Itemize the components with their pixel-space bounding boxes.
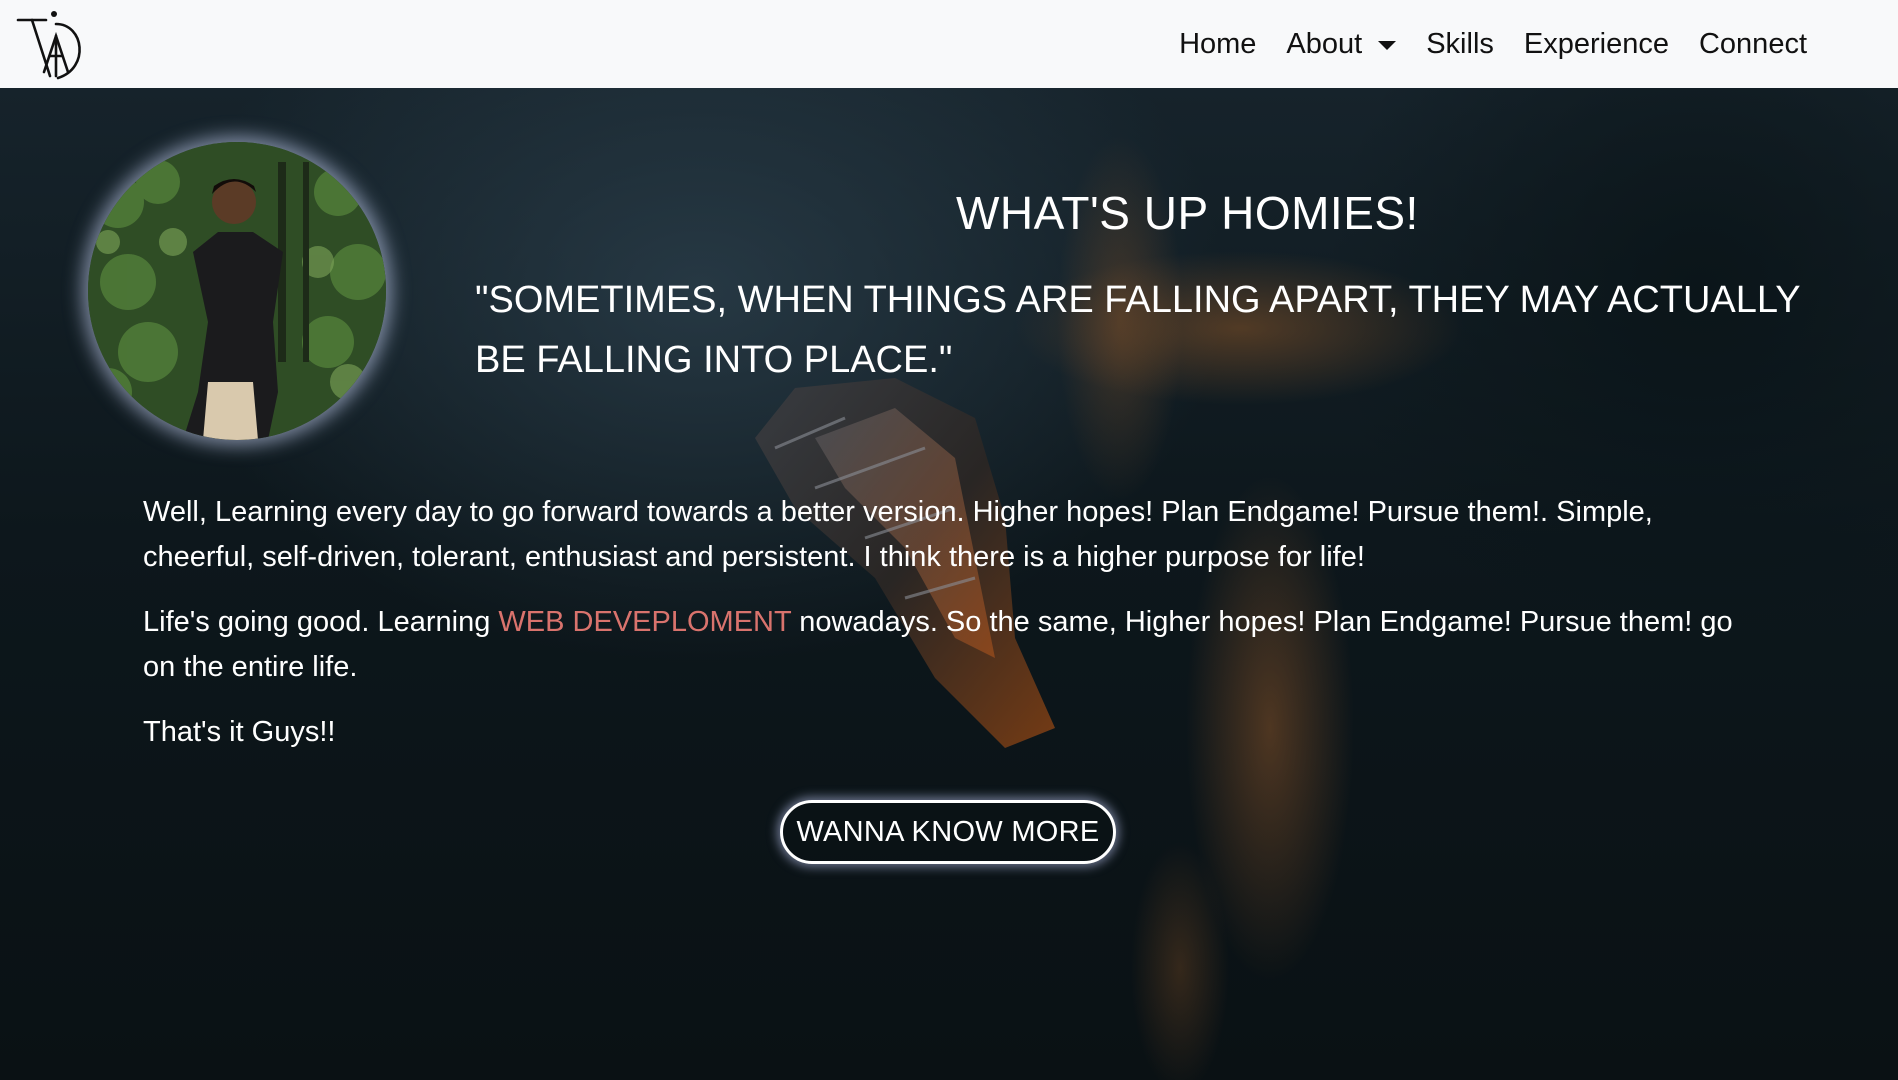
nav-skills-label: Skills	[1426, 27, 1494, 60]
learning-paragraph: Life's going good. Learning WEB DEVEPLOM…	[143, 600, 1763, 690]
intro-paragraph: Well, Learning every day to go forward t…	[143, 496, 1653, 573]
wanna-know-more-button[interactable]: WANNA KNOW MORE	[780, 800, 1116, 864]
main-nav: Home About Skills Experience Connect	[1164, 0, 1822, 88]
web-development-highlight: WEB DEVEPLOMENT	[498, 606, 792, 638]
nav-skills[interactable]: Skills	[1411, 28, 1509, 61]
nav-experience-label: Experience	[1523, 27, 1669, 60]
nav-about-label: About	[1286, 27, 1363, 60]
brand-logo-icon[interactable]	[14, 6, 90, 82]
learning-paragraph-start: Life's going good. Learning	[143, 606, 499, 638]
hero-quote: "SOMETIMES, WHEN THINGS ARE FALLING APAR…	[475, 279, 1800, 381]
hero-title: WHAT'S UP HOMIES!	[956, 187, 1419, 239]
navbar: Home About Skills Experience Connect	[0, 0, 1898, 88]
nav-home-label: Home	[1179, 27, 1257, 60]
hero-section: WHAT'S UP HOMIES! "SOMETIMES, WHEN THING…	[0, 88, 1898, 1080]
profile-avatar	[88, 142, 386, 440]
nav-connect[interactable]: Connect	[1684, 28, 1822, 61]
nav-experience[interactable]: Experience	[1509, 28, 1684, 61]
nav-home[interactable]: Home	[1164, 28, 1271, 61]
nav-connect-label: Connect	[1698, 27, 1807, 60]
closing-paragraph: That's it Guys!!	[143, 716, 336, 748]
nav-about-dropdown[interactable]: About	[1271, 28, 1411, 61]
caret-down-icon	[1378, 40, 1397, 50]
